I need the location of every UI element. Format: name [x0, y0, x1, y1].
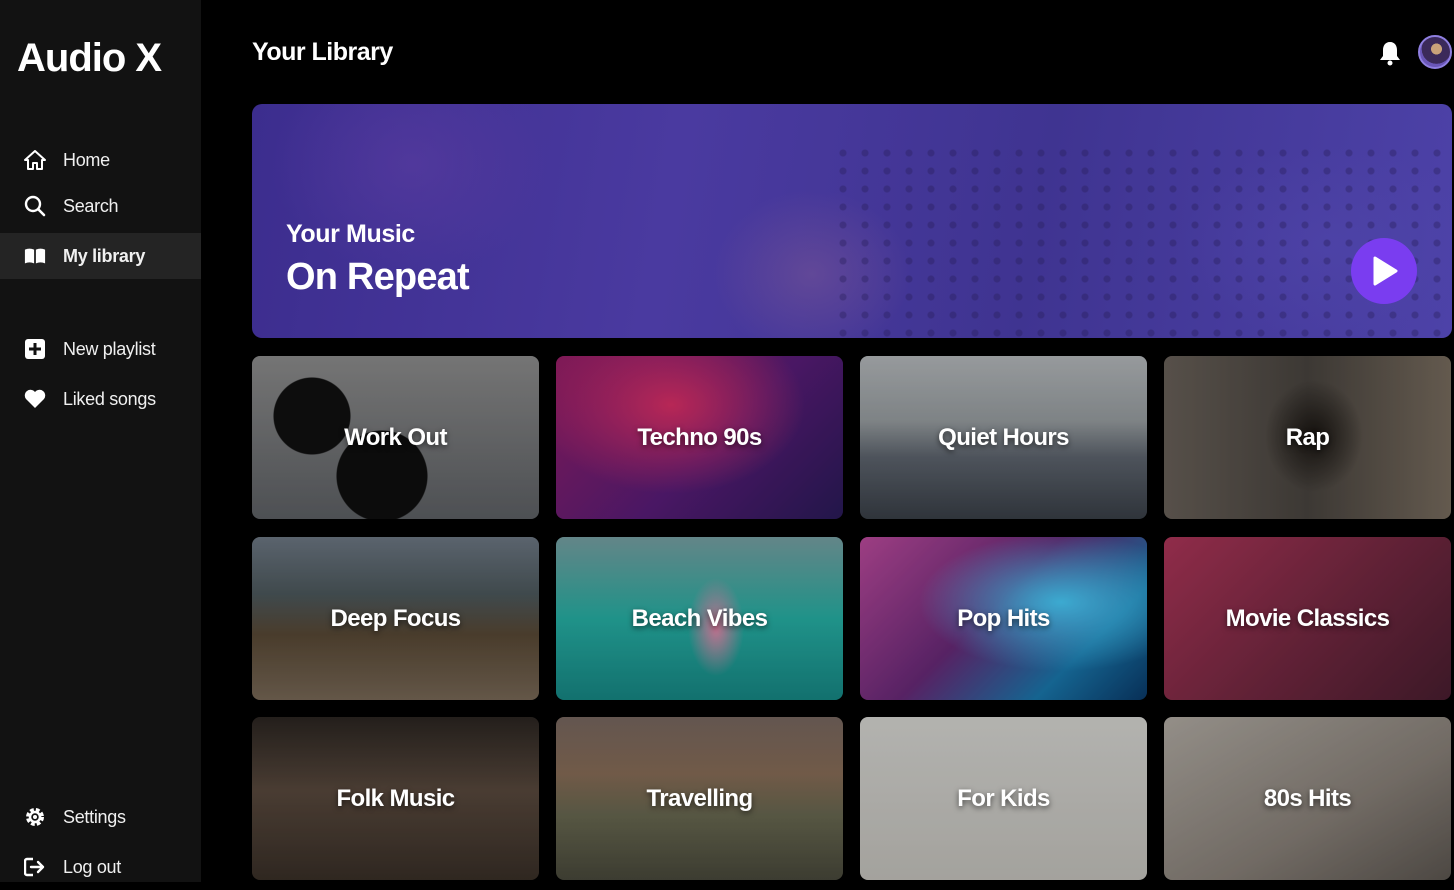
playlist-tile-label: For Kids	[957, 784, 1050, 812]
sidebar-item-new-playlist[interactable]: New playlist	[0, 326, 201, 372]
playlist-tile-rap[interactable]: Rap	[1164, 356, 1451, 519]
hero-banner[interactable]: Your Music On Repeat	[252, 104, 1452, 338]
playlist-tile-beach-vibes[interactable]: Beach Vibes	[556, 537, 843, 700]
playlist-tile-label: Work Out	[344, 423, 447, 451]
home-icon	[24, 149, 46, 171]
logout-icon	[24, 856, 46, 878]
play-button[interactable]	[1351, 238, 1417, 304]
playlist-tile-label: Techno 90s	[637, 423, 762, 451]
playlist-tile-label: Movie Classics	[1225, 604, 1390, 632]
sidebar-item-settings[interactable]: Settings	[0, 794, 201, 840]
playlist-tile-label: Beach Vibes	[631, 604, 768, 632]
sidebar: Audio X Home Search My library New playl…	[0, 0, 201, 882]
sidebar-item-label: New playlist	[63, 338, 156, 359]
plus-square-icon	[24, 338, 46, 360]
playlist-tile-label: Deep Focus	[330, 604, 461, 632]
playlist-tile-techno-90s[interactable]: Techno 90s	[556, 356, 843, 519]
search-icon	[24, 195, 46, 217]
playlist-tile-work-out[interactable]: Work Out	[252, 356, 539, 519]
sidebar-item-search[interactable]: Search	[0, 183, 201, 229]
playlist-tile-deep-focus[interactable]: Deep Focus	[252, 537, 539, 700]
playlist-tile-label: Travelling	[646, 784, 753, 812]
library-icon	[24, 245, 46, 267]
playlist-tile-folk-music[interactable]: Folk Music	[252, 717, 539, 880]
playlist-tile-quiet-hours[interactable]: Quiet Hours	[860, 356, 1147, 519]
sidebar-item-home[interactable]: Home	[0, 137, 201, 183]
playlist-tile-label: Pop Hits	[957, 604, 1050, 632]
hero-title: On Repeat	[286, 256, 470, 298]
playlist-tile-pop-hits[interactable]: Pop Hits	[860, 537, 1147, 700]
sidebar-item-label: Liked songs	[63, 388, 156, 409]
sidebar-item-log-out[interactable]: Log out	[0, 844, 201, 890]
playlist-tile-label: Folk Music	[336, 784, 455, 812]
sidebar-item-label: Settings	[63, 806, 126, 827]
play-icon	[1373, 256, 1398, 286]
page-title: Your Library	[252, 38, 393, 66]
sidebar-item-label: Log out	[63, 856, 121, 877]
sidebar-item-my-library[interactable]: My library	[0, 233, 201, 279]
playlist-tile-travelling[interactable]: Travelling	[556, 717, 843, 880]
heart-icon	[24, 388, 46, 410]
sidebar-item-label: Home	[63, 149, 110, 170]
notification-bell-icon[interactable]	[1378, 40, 1402, 66]
playlist-tile-80s-hits[interactable]: 80s Hits	[1164, 717, 1451, 880]
app-logo: Audio X	[17, 36, 162, 80]
playlist-tile-for-kids[interactable]: For Kids	[860, 717, 1147, 880]
sidebar-item-label: My library	[63, 245, 146, 266]
hero-subtitle: Your Music	[286, 220, 415, 248]
gear-icon	[24, 806, 46, 828]
avatar[interactable]	[1418, 35, 1452, 69]
playlist-tile-label: 80s Hits	[1263, 784, 1352, 812]
playlist-tile-label: Quiet Hours	[938, 423, 1069, 451]
playlist-tile-movie-classics[interactable]: Movie Classics	[1164, 537, 1451, 700]
playlist-tile-label: Rap	[1285, 423, 1330, 451]
sidebar-item-label: Search	[63, 195, 119, 216]
hero-background-image	[832, 144, 1452, 338]
sidebar-item-liked-songs[interactable]: Liked songs	[0, 376, 201, 422]
